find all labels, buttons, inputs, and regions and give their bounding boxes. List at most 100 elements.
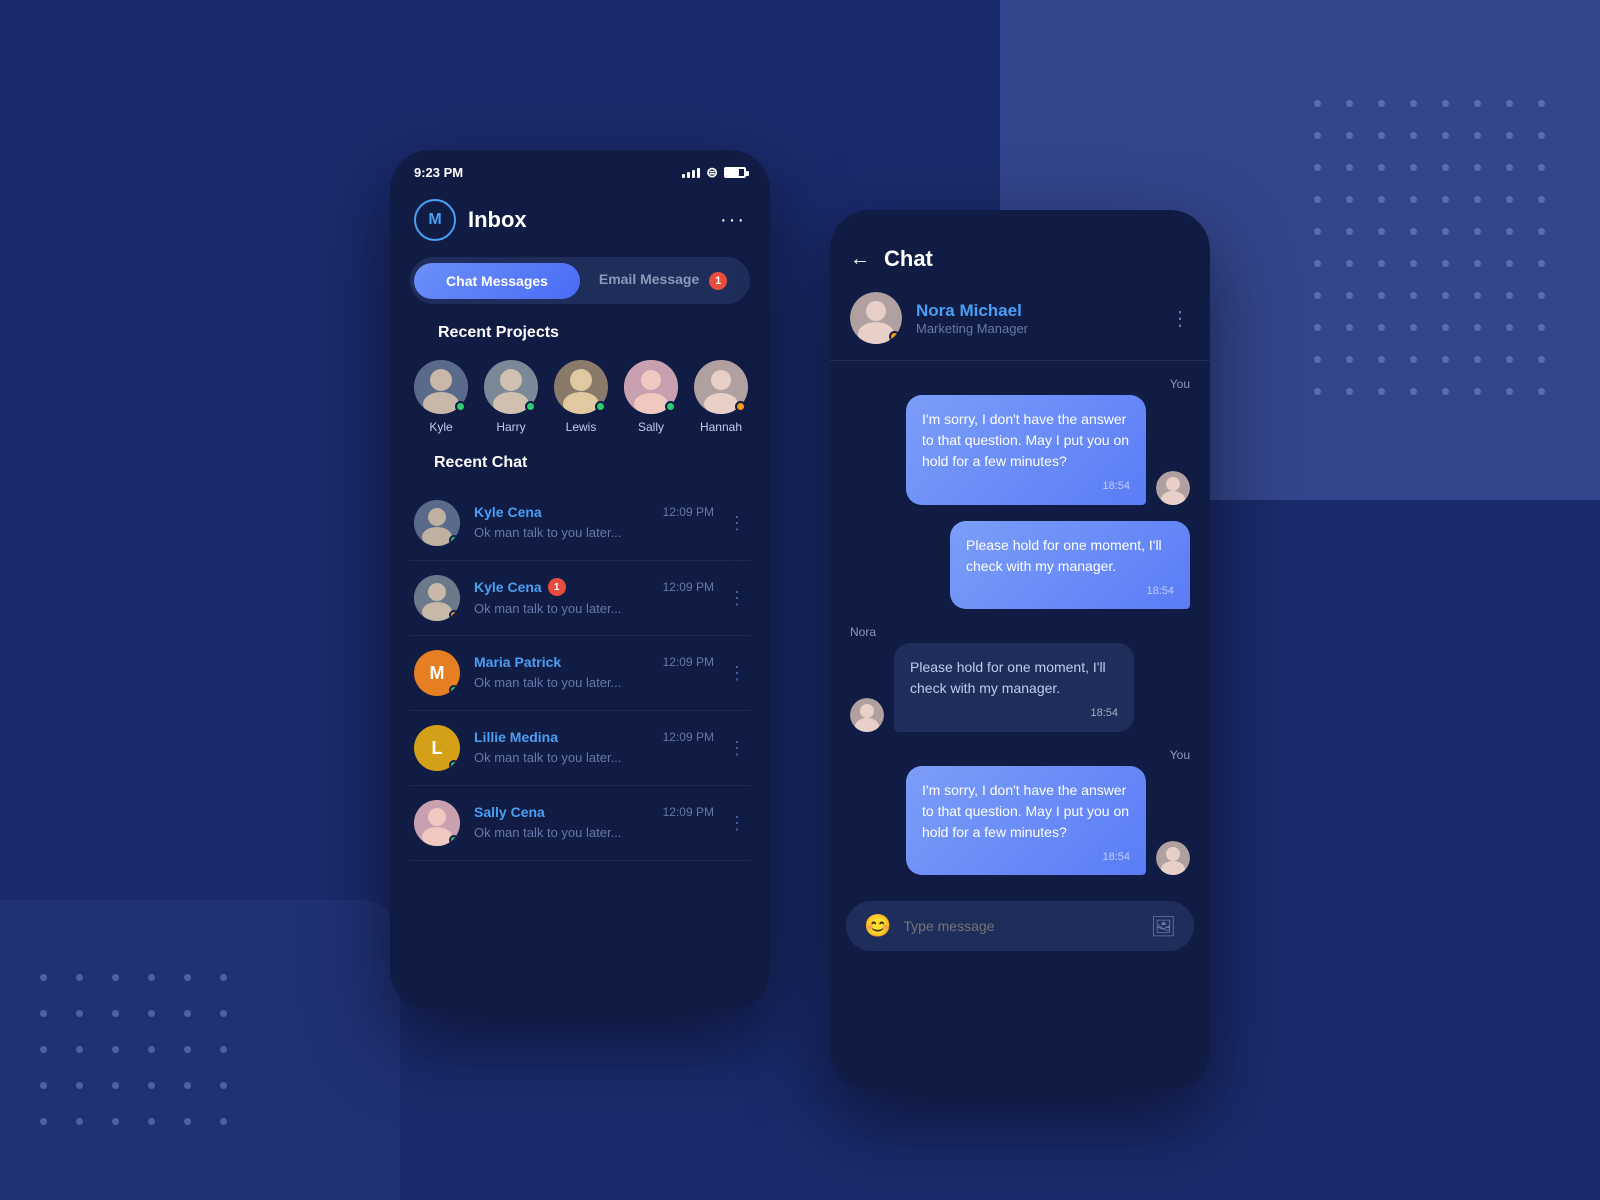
- attach-button[interactable]: 🖼: [1151, 914, 1176, 939]
- decorative-dot: [1442, 292, 1449, 299]
- dots-grid-left: [40, 974, 242, 1140]
- chat-time-0: 12:09 PM: [663, 505, 714, 519]
- decorative-dot: [1378, 228, 1385, 235]
- decorative-dot: [1346, 356, 1353, 363]
- chat-menu-1[interactable]: ⋮: [728, 588, 746, 609]
- signal-icon: [682, 168, 700, 178]
- tab-chat-messages[interactable]: Chat Messages: [414, 263, 580, 299]
- decorative-dot: [1346, 388, 1353, 395]
- message-group-3: You I'm sorry, I don't have the answer t…: [850, 748, 1190, 876]
- sender-label-2: Nora: [850, 625, 1190, 639]
- kyle-name: Kyle: [429, 420, 452, 434]
- battery-icon: [724, 167, 746, 178]
- chat-time-1: 12:09 PM: [663, 580, 714, 594]
- chat-item-4[interactable]: Sally Cena 12:09 PM Ok man talk to you l…: [410, 786, 750, 861]
- decorative-dot: [1378, 292, 1385, 299]
- project-person-hannah[interactable]: Hannah: [694, 360, 748, 434]
- decorative-dot: [1506, 228, 1513, 235]
- chat-name-2: Maria Patrick: [474, 654, 561, 670]
- decorative-dot: [1442, 324, 1449, 331]
- contact-more-button[interactable]: ⋮: [1170, 306, 1190, 331]
- project-person-kyle[interactable]: Kyle: [414, 360, 468, 434]
- email-badge: 1: [709, 272, 727, 290]
- msg-bubble-3: I'm sorry, I don't have the answer to th…: [906, 766, 1146, 876]
- decorative-dot: [1538, 324, 1545, 331]
- decorative-dot: [1538, 228, 1545, 235]
- decorative-dot: [1314, 100, 1321, 107]
- decorative-dot: [1314, 260, 1321, 267]
- project-person-harry[interactable]: Harry: [484, 360, 538, 434]
- decorative-dot: [1474, 260, 1481, 267]
- project-avatars-list: Kyle Harry: [414, 360, 746, 434]
- chat-item-0[interactable]: Kyle Cena 12:09 PM Ok man talk to you la…: [410, 486, 750, 561]
- chat-preview-0: Ok man talk to you later...: [474, 525, 621, 540]
- decorative-dot: [1410, 324, 1417, 331]
- phones-container: 9:23 PM ⊜ M Inbox: [390, 150, 1210, 1090]
- message-group-2: Nora Please hold for one moment, I'll ch…: [850, 625, 1190, 732]
- chat-item-2[interactable]: M Maria Patrick 12:09 PM Ok man talk to …: [410, 636, 750, 711]
- harry-status: [525, 401, 536, 412]
- decorative-dot: [40, 1046, 47, 1053]
- harry-avatar-wrap: [484, 360, 538, 414]
- decorative-dot: [112, 1046, 119, 1053]
- project-person-lewis[interactable]: Lewis: [554, 360, 608, 434]
- decorative-dot: [1506, 324, 1513, 331]
- decorative-dot: [40, 974, 47, 981]
- chat-item-1[interactable]: Kyle Cena 1 12:09 PM Ok man talk to you …: [410, 561, 750, 636]
- decorative-dot: [1410, 292, 1417, 299]
- message-input[interactable]: [903, 918, 1138, 934]
- tab-email-message[interactable]: Email Message 1: [580, 261, 746, 300]
- decorative-dot: [1346, 260, 1353, 267]
- chat-item-3[interactable]: L Lillie Medina 12:09 PM Ok man talk to …: [410, 711, 750, 786]
- chat-menu-0[interactable]: ⋮: [728, 513, 746, 534]
- sally-avatar-wrap: [624, 360, 678, 414]
- recv-avatar-2: [850, 698, 884, 732]
- inbox-title: Inbox: [468, 207, 527, 233]
- decorative-dot: [1506, 260, 1513, 267]
- decorative-dot: [112, 1118, 119, 1125]
- decorative-dot: [1442, 388, 1449, 395]
- messages-area: You I'm sorry, I don't have the answer t…: [830, 361, 1210, 891]
- chat-avatar-3: L: [414, 725, 460, 771]
- decorative-dot: [1314, 356, 1321, 363]
- project-person-sally[interactable]: Sally: [624, 360, 678, 434]
- inbox-phone: 9:23 PM ⊜ M Inbox: [390, 150, 770, 1010]
- chat-online-0: [449, 535, 459, 545]
- decorative-dot: [184, 974, 191, 981]
- back-button[interactable]: ←: [850, 248, 870, 271]
- decorative-dot: [1410, 100, 1417, 107]
- message-input-bar: 😊 🖼: [846, 901, 1194, 951]
- msg-time-3: 18:54: [922, 849, 1130, 866]
- decorative-dot: [1378, 356, 1385, 363]
- decorative-dot: [1474, 132, 1481, 139]
- harry-name: Harry: [496, 420, 525, 434]
- chat-name-1: Kyle Cena: [474, 579, 542, 595]
- decorative-dot: [1346, 100, 1353, 107]
- chat-menu-3[interactable]: ⋮: [728, 738, 746, 759]
- chat-preview-4: Ok man talk to you later...: [474, 825, 621, 840]
- chat-online-4: [449, 835, 459, 845]
- decorative-dot: [1410, 228, 1417, 235]
- decorative-dot: [1474, 100, 1481, 107]
- msg-time-1: 18:54: [966, 583, 1174, 600]
- decorative-dot: [1378, 260, 1385, 267]
- decorative-dot: [1314, 196, 1321, 203]
- more-menu-button[interactable]: ···: [720, 209, 746, 232]
- decorative-dot: [1410, 132, 1417, 139]
- decorative-dot: [40, 1082, 47, 1089]
- emoji-button[interactable]: 😊: [864, 913, 891, 939]
- decorative-dot: [1442, 164, 1449, 171]
- decorative-dot: [1474, 228, 1481, 235]
- decorative-dot: [1314, 228, 1321, 235]
- decorative-dot: [1410, 260, 1417, 267]
- decorative-dot: [1346, 196, 1353, 203]
- contact-online-dot: [889, 331, 900, 342]
- contact-info: Nora Michael Marketing Manager ⋮: [830, 288, 1210, 361]
- decorative-dot: [1506, 292, 1513, 299]
- chat-preview-1: Ok man talk to you later...: [474, 601, 621, 616]
- chat-menu-4[interactable]: ⋮: [728, 813, 746, 834]
- kyle-avatar-wrap: [414, 360, 468, 414]
- msg-wrap-1: Please hold for one moment, I'll check w…: [850, 521, 1190, 610]
- chat-name-4: Sally Cena: [474, 804, 545, 820]
- chat-menu-2[interactable]: ⋮: [728, 663, 746, 684]
